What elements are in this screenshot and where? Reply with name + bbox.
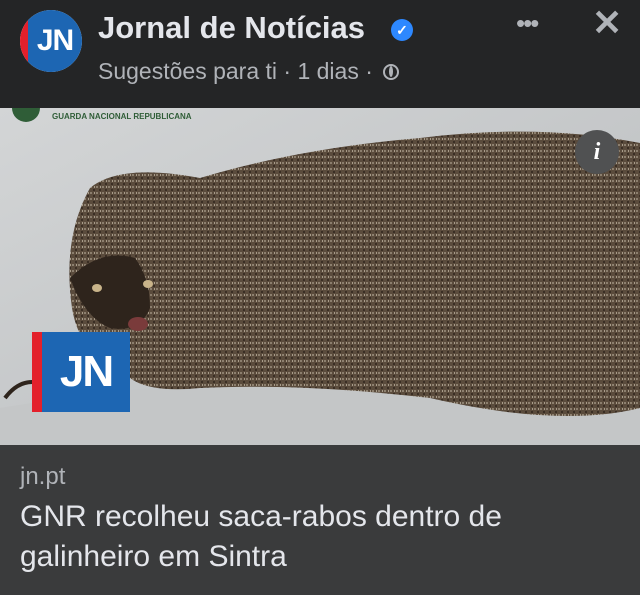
page-name[interactable]: Jornal de Notícias: [98, 10, 365, 46]
link-preview[interactable]: jn.pt GNR recolheu saca-rabos dentro de …: [0, 445, 640, 595]
more-options-button[interactable]: •••: [516, 8, 539, 39]
post-image[interactable]: GUARDA NACIONAL REPUBLICANA i JN: [0, 108, 640, 445]
close-button[interactable]: ✕: [592, 2, 622, 44]
link-domain: jn.pt: [20, 463, 66, 490]
jn-badge-label: JN: [42, 332, 130, 412]
jn-logo-overlay: JN: [32, 332, 130, 412]
post-subline: Sugestões para ti · 1 dias ·: [98, 58, 400, 85]
post-header: JN Jornal de Notícias ✓ Sugestões para t…: [0, 0, 640, 108]
avatar-red-stripe: [20, 10, 28, 72]
post-meta-text: Sugestões para ti · 1 dias ·: [98, 58, 373, 84]
globe-icon[interactable]: [383, 64, 400, 80]
verified-badge-icon: ✓: [391, 19, 413, 41]
watermark-text: GUARDA NACIONAL REPUBLICANA: [52, 112, 192, 121]
jn-badge-red-stripe: [32, 332, 42, 412]
page-avatar[interactable]: JN: [20, 10, 82, 72]
avatar-label: JN: [28, 10, 82, 72]
link-headline[interactable]: GNR recolheu saca-rabos dentro de galinh…: [20, 497, 620, 577]
info-button[interactable]: i: [575, 130, 619, 174]
